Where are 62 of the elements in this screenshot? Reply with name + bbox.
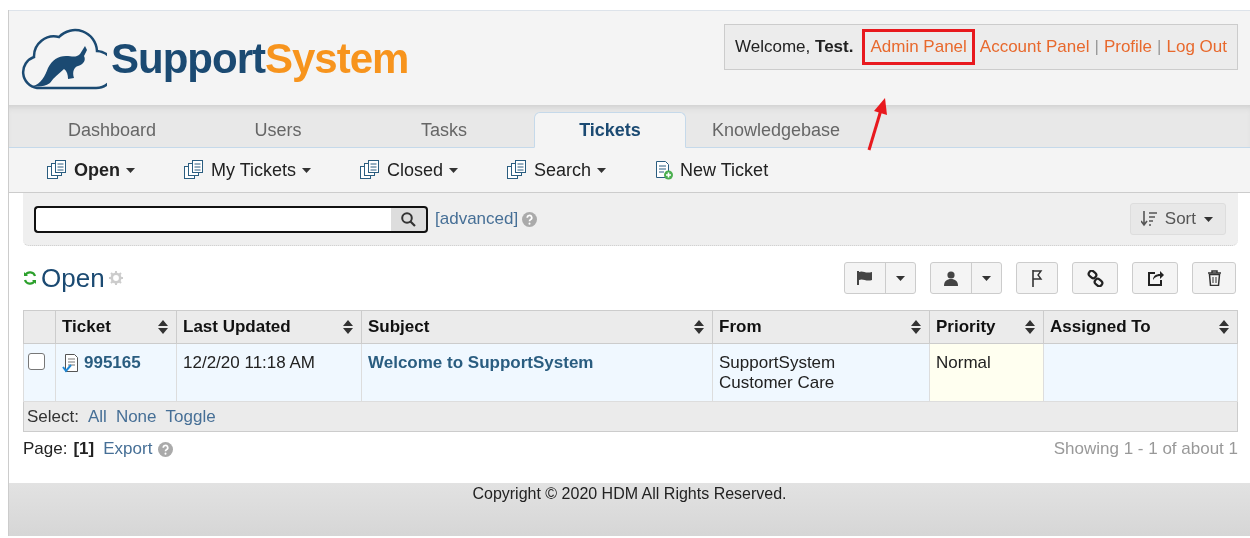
advanced-search-link[interactable]: [advanced] — [435, 209, 519, 229]
separator: | — [1157, 37, 1162, 57]
column-header[interactable]: Subject — [368, 317, 430, 337]
table-cell: Normal — [936, 353, 991, 372]
link-button[interactable] — [1072, 262, 1118, 294]
results-summary: Showing 1 - 1 of about 1 — [1053, 439, 1238, 459]
table-cell-text: SupportSystem Customer Care — [719, 353, 837, 393]
logo-text: System — [264, 35, 409, 83]
caret-icon — [126, 167, 135, 173]
toolbar-menu-button[interactable]: Open — [46, 159, 135, 181]
tab[interactable]: Users — [195, 112, 361, 148]
toolbar-menu-button[interactable]: New Ticket — [654, 159, 769, 181]
flag-outline-button[interactable] — [1016, 262, 1058, 294]
documents-icon — [506, 160, 529, 180]
cloud-logo-icon — [19, 28, 107, 90]
logo-text: Support — [111, 35, 265, 83]
page-label: Page: — [23, 439, 68, 459]
tab[interactable]: Tasks — [361, 112, 527, 148]
documents-icon — [46, 160, 68, 180]
link-icon — [1086, 269, 1104, 287]
assign-menu-button[interactable] — [930, 262, 1002, 294]
documents-icon — [359, 160, 382, 180]
ticket-icon — [62, 353, 80, 373]
select-link[interactable]: Toggle — [165, 406, 216, 427]
toolbar-menu-button[interactable]: Search — [506, 159, 607, 181]
sort-button[interactable]: Sort — [1129, 203, 1226, 235]
select-link[interactable]: All — [88, 406, 107, 427]
caret-icon — [1204, 216, 1213, 222]
toolbar-menu-button[interactable]: My Tickets — [183, 159, 312, 181]
separator: | — [1094, 37, 1099, 57]
sort-icon — [1140, 211, 1157, 227]
caret-icon — [449, 167, 459, 173]
select-label: Select: — [27, 406, 79, 427]
caret-icon — [982, 275, 991, 281]
current-page[interactable]: [1] — [73, 439, 95, 459]
select-link[interactable]: None — [115, 406, 157, 427]
flag-icon — [857, 271, 873, 285]
tab[interactable]: Tickets — [534, 112, 686, 148]
user-icon — [944, 270, 958, 286]
share-icon — [1146, 270, 1164, 286]
tab[interactable]: Knowledgebase — [693, 112, 859, 148]
flag-menu-button[interactable] — [844, 262, 916, 294]
delete-button[interactable] — [1192, 262, 1236, 294]
row-checkbox[interactable] — [28, 353, 45, 370]
copyright-text: Copyright © 2020 HDM All Rights Reserved. — [472, 485, 787, 503]
flag-outline-icon — [1031, 269, 1043, 287]
tab[interactable]: Dashboard — [29, 112, 195, 148]
column-header[interactable]: From — [719, 317, 762, 337]
caret-icon — [896, 275, 905, 281]
share-button[interactable] — [1132, 262, 1178, 294]
view-title: Open — [41, 262, 105, 294]
trash-icon — [1207, 270, 1221, 286]
ticket-link[interactable]: 995165 — [84, 353, 141, 373]
table-cell: 12/2/20 11:18 AM — [183, 353, 315, 372]
export-link[interactable]: Export — [103, 439, 153, 459]
caret-icon — [302, 167, 312, 173]
toolbar-menu-button[interactable]: Closed — [359, 159, 459, 181]
welcome-text: Welcome, Test. — [735, 37, 854, 57]
documents-icon — [183, 160, 205, 180]
new-document-icon — [654, 160, 675, 180]
refresh-icon[interactable] — [23, 271, 37, 285]
caret-icon — [597, 167, 607, 173]
